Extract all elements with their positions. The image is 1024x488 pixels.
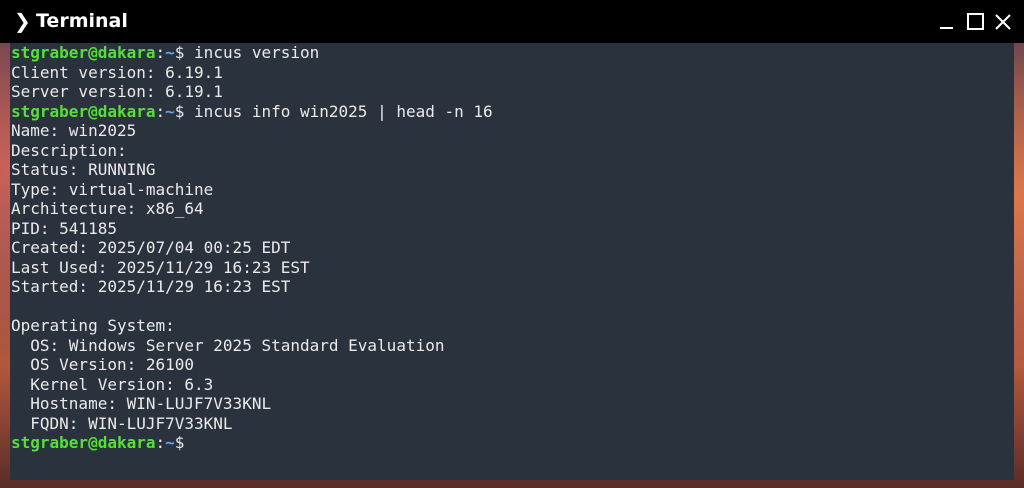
prompt-line: stgraber@dakara:~$ incus info win2025 | …	[11, 102, 493, 122]
chevron-right-icon: ❯	[14, 9, 31, 33]
minimize-icon	[940, 27, 953, 29]
prompt-line: stgraber@dakara:~$ incus version	[11, 43, 493, 63]
close-icon	[995, 14, 1011, 30]
output-line: Architecture: x86_64	[11, 199, 204, 218]
output-line: Client version: 6.19.1	[11, 62, 223, 82]
prompt-path: ~	[165, 43, 175, 62]
prompt-separator: :	[155, 43, 166, 62]
maximize-icon	[967, 13, 984, 30]
command-text: incus version	[194, 43, 320, 62]
prompt-symbol: $	[174, 433, 195, 452]
output-line: Description:	[11, 140, 127, 160]
prompt-path: ~	[165, 433, 175, 452]
output-line: FQDN: WIN-LUJF7V33KNL	[11, 413, 233, 433]
prompt-user-host: stgraber@dakara	[11, 43, 156, 62]
prompt-separator: :	[155, 433, 166, 452]
prompt-symbol: $	[174, 43, 195, 62]
output-line: OS Version: 26100	[11, 355, 195, 374]
output-line: Name: win2025	[11, 121, 137, 140]
window-title: Terminal	[36, 10, 128, 32]
output-line: Kernel Version: 6.3	[11, 374, 214, 394]
command-text: incus info win2025 | head -n 16	[194, 101, 493, 121]
maximize-button[interactable]	[966, 12, 986, 32]
prompt-line: stgraber@dakara:~$	[11, 433, 493, 453]
output-line: Started: 2025/11/29 16:23 EST	[11, 277, 291, 296]
output-line: Hostname: WIN-LUJF7V33KNL	[11, 394, 272, 413]
output-line: Operating System:	[11, 316, 175, 335]
prompt-symbol: $	[174, 101, 195, 121]
prompt-user-host: stgraber@dakara	[11, 101, 156, 121]
output-line: Created: 2025/07/04 00:25 EDT	[11, 238, 291, 257]
terminal-window: ❯ Terminal stgraber@dakara:~$ incus vers…	[0, 0, 1024, 484]
prompt-user-host: stgraber@dakara	[11, 433, 156, 452]
output-line: Server version: 6.19.1	[11, 82, 223, 101]
output-line: Type: virtual-machine	[11, 179, 214, 199]
minimize-button[interactable]	[937, 12, 957, 32]
output-line: Status: RUNNING	[11, 160, 156, 179]
prompt-path: ~	[165, 101, 175, 121]
prompt-separator: :	[155, 101, 166, 121]
terminal-lines: stgraber@dakara:~$ incus version Client v…	[11, 43, 493, 453]
close-button[interactable]	[993, 12, 1013, 32]
output-line: OS: Windows Server 2025 Standard Evaluat…	[11, 335, 445, 355]
title-bar[interactable]: ❯ Terminal	[0, 0, 1024, 43]
output-line: Last Used: 2025/11/29 16:23 EST	[11, 257, 310, 277]
output-line: PID: 541185	[11, 218, 117, 238]
terminal-output[interactable]: stgraber@dakara:~$ incus version Client v…	[10, 43, 1014, 480]
